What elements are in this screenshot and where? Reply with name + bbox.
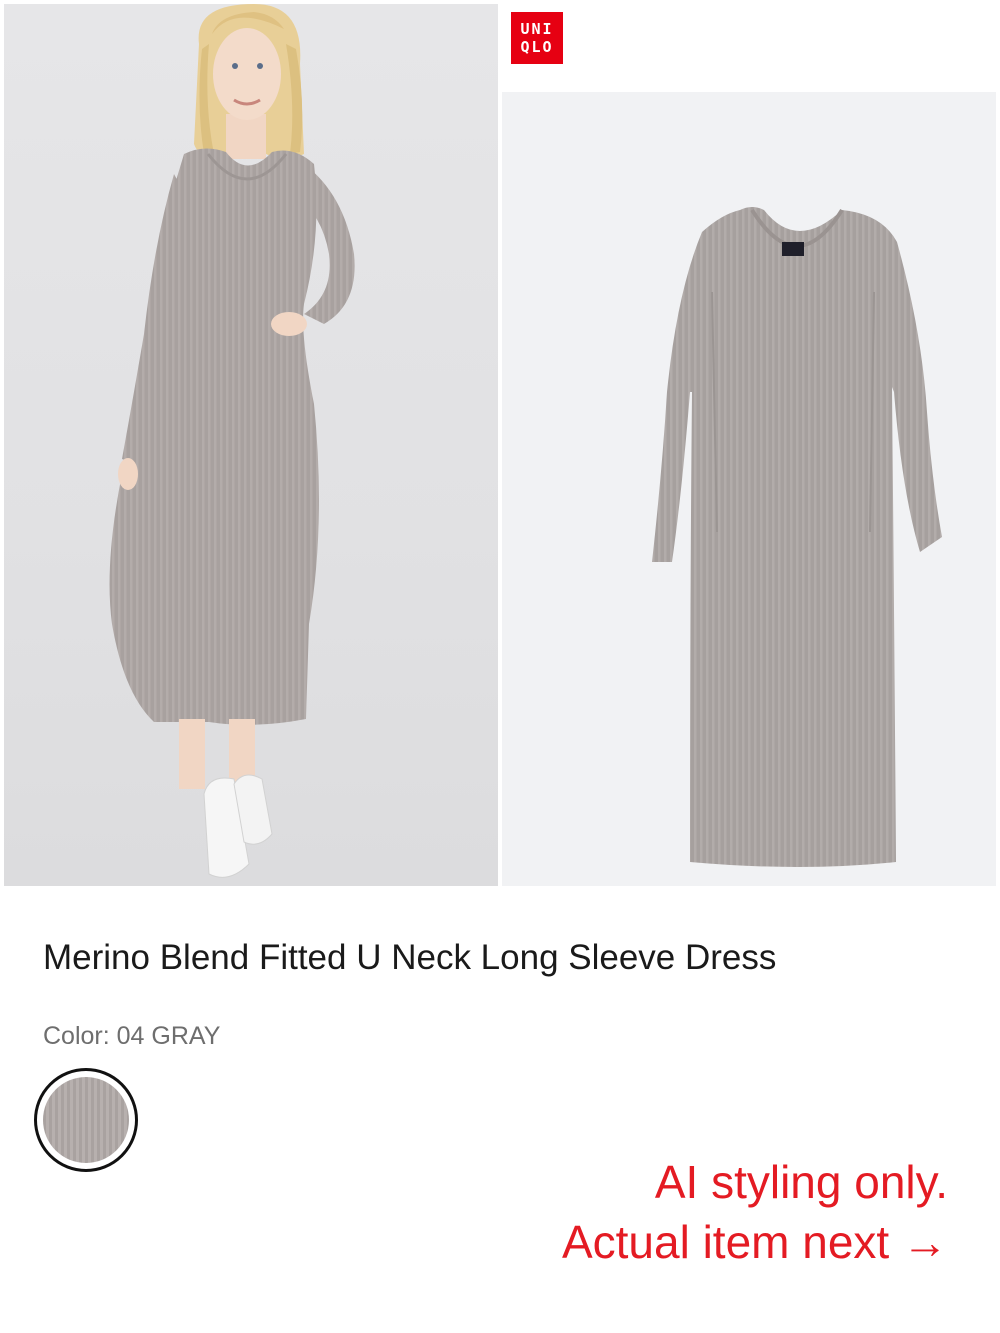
product-title: Merino Blend Fitted U Neck Long Sleeve D… <box>43 938 777 977</box>
model-illustration <box>109 4 355 878</box>
uniqlo-logo: UNI QLO <box>511 12 563 64</box>
logo-line-2: QLO <box>520 38 554 56</box>
caption-line-1: AI styling only. <box>654 1156 948 1208</box>
logo-line-1: UNI <box>520 20 554 38</box>
color-swatch-gray[interactable] <box>34 1068 138 1172</box>
dress-flatlay-illustration <box>652 207 942 867</box>
swatch-fill <box>43 1077 129 1163</box>
product-photo <box>502 92 996 886</box>
model-photo <box>4 4 498 886</box>
caption-line-2: Actual item next → <box>561 1216 948 1268</box>
color-label: Color: 04 GRAY <box>43 1022 221 1050</box>
ai-styling-caption: AI styling only. Actual item next → <box>562 1152 948 1272</box>
